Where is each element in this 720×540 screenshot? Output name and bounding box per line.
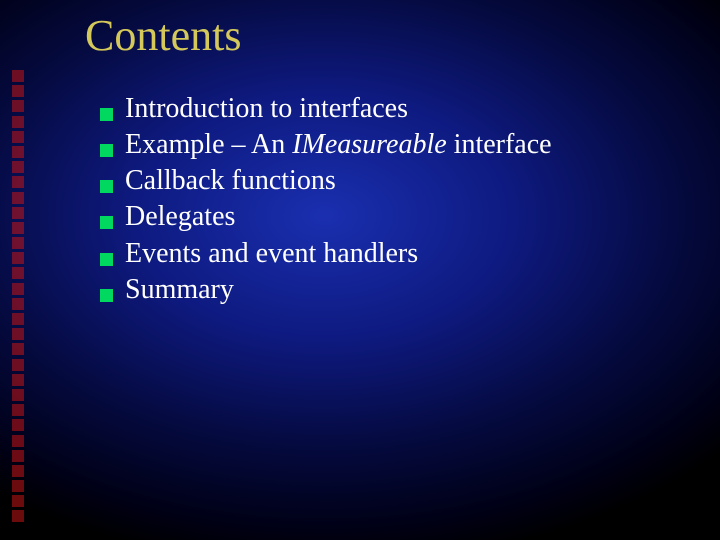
deco-square	[12, 116, 24, 128]
deco-square	[12, 283, 24, 295]
bullet-icon	[100, 180, 113, 193]
slide-body: Introduction to interfacesExample – An I…	[100, 92, 680, 309]
deco-square	[12, 222, 24, 234]
bullet-icon	[100, 108, 113, 121]
deco-square	[12, 207, 24, 219]
deco-square	[12, 328, 24, 340]
deco-square	[12, 267, 24, 279]
deco-square	[12, 450, 24, 462]
deco-square	[12, 192, 24, 204]
deco-square	[12, 298, 24, 310]
deco-square	[12, 495, 24, 507]
list-item-text: Delegates	[125, 200, 235, 234]
deco-square	[12, 161, 24, 173]
list-item: Delegates	[100, 200, 680, 234]
bullet-icon	[100, 289, 113, 302]
deco-square	[12, 419, 24, 431]
deco-square	[12, 252, 24, 264]
list-item-text: Callback functions	[125, 164, 336, 198]
slide-title: Contents	[85, 10, 241, 61]
deco-square	[12, 313, 24, 325]
bullet-icon	[100, 144, 113, 157]
deco-square	[12, 100, 24, 112]
deco-square	[12, 343, 24, 355]
deco-square	[12, 404, 24, 416]
bullet-icon	[100, 216, 113, 229]
deco-square	[12, 374, 24, 386]
deco-square	[12, 389, 24, 401]
deco-square	[12, 70, 24, 82]
list-item-text: Example – An IMeasureable interface	[125, 128, 552, 162]
list-item: Summary	[100, 273, 680, 307]
list-item: Example – An IMeasureable interface	[100, 128, 680, 162]
deco-square	[12, 435, 24, 447]
bullet-icon	[100, 253, 113, 266]
deco-square	[12, 465, 24, 477]
deco-square	[12, 146, 24, 158]
deco-square	[12, 480, 24, 492]
deco-square	[12, 176, 24, 188]
deco-square	[12, 85, 24, 97]
slide: Contents Introduction to interfacesExamp…	[0, 0, 720, 540]
decorative-left-column	[12, 70, 26, 522]
list-item: Events and event handlers	[100, 237, 680, 271]
deco-square	[12, 359, 24, 371]
deco-square	[12, 237, 24, 249]
list-item: Introduction to interfaces	[100, 92, 680, 126]
list-item: Callback functions	[100, 164, 680, 198]
list-item-text: Introduction to interfaces	[125, 92, 408, 126]
deco-square	[12, 131, 24, 143]
deco-square	[12, 510, 24, 522]
list-item-text: Summary	[125, 273, 234, 307]
list-item-text: Events and event handlers	[125, 237, 418, 271]
